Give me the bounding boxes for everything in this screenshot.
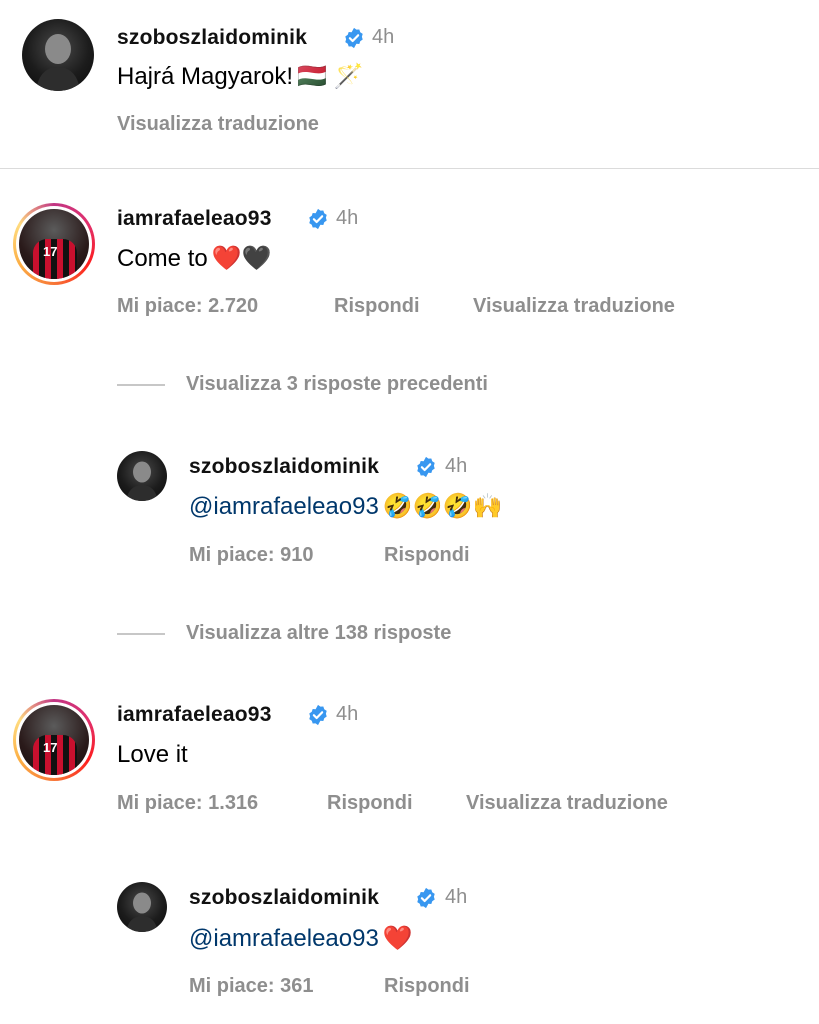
avatar-story-ring[interactable]: 17 xyxy=(13,699,95,781)
avatar[interactable] xyxy=(22,19,94,91)
view-previous-replies-button[interactable]: Visualizza 3 risposte precedenti xyxy=(186,373,488,396)
reply-username[interactable]: szoboszlaidominik xyxy=(189,455,379,479)
reply-text: @iamrafaeleao93 ❤️ xyxy=(189,924,413,953)
reply-button[interactable]: Rispondi xyxy=(334,295,420,318)
reply-username[interactable]: szoboszlaidominik xyxy=(189,886,379,910)
view-translation-button[interactable]: Visualizza traduzione xyxy=(466,792,668,815)
replies-line xyxy=(117,384,165,386)
comment-time: 4h xyxy=(336,207,359,229)
reply-text: @iamrafaeleao93 🤣🤣🤣🙌 xyxy=(189,492,502,521)
heart-emoji-icon: ❤️🖤 xyxy=(211,245,272,272)
comment-time: 4h xyxy=(336,703,359,725)
view-more-replies-button[interactable]: Visualizza altre 138 risposte xyxy=(186,622,451,645)
mention-link[interactable]: @iamrafaeleao93 xyxy=(189,925,379,952)
reply-button[interactable]: Rispondi xyxy=(384,544,470,567)
comment-username[interactable]: iamrafaeleao93 xyxy=(117,703,272,727)
reply-time: 4h xyxy=(445,886,468,908)
comment-text: Come to ❤️🖤 xyxy=(117,245,272,272)
likes-count[interactable]: Mi piace: 910 xyxy=(189,544,314,567)
view-translation-button[interactable]: Visualizza traduzione xyxy=(117,113,319,136)
verified-badge-icon xyxy=(343,27,365,49)
likes-count[interactable]: Mi piace: 2.720 xyxy=(117,295,258,318)
avatar-photo xyxy=(36,34,80,91)
comment-username[interactable]: szoboszlaidominik xyxy=(117,26,307,50)
replies-line xyxy=(117,633,165,635)
divider xyxy=(0,168,819,169)
likes-count[interactable]: Mi piace: 1.316 xyxy=(117,792,258,815)
reply-button[interactable]: Rispondi xyxy=(384,975,470,998)
verified-badge-icon xyxy=(307,208,329,230)
comment-username[interactable]: iamrafaeleao93 xyxy=(117,207,272,231)
avatar-photo xyxy=(126,892,158,932)
avatar: 17 xyxy=(19,209,89,279)
verified-badge-icon xyxy=(415,456,437,478)
likes-count[interactable]: Mi piace: 361 xyxy=(189,975,314,998)
view-translation-button[interactable]: Visualizza traduzione xyxy=(473,295,675,318)
comment-text: Love it xyxy=(117,741,188,768)
comment-time: 4h xyxy=(372,26,395,48)
avatar[interactable] xyxy=(117,451,167,501)
flag-emoji-icon: 🇭🇺 🪄 xyxy=(297,63,364,90)
comment-text: Hajrá Magyarok! 🇭🇺 🪄 xyxy=(117,63,364,90)
avatar[interactable] xyxy=(117,882,167,932)
verified-badge-icon xyxy=(307,704,329,726)
reply-time: 4h xyxy=(445,455,468,477)
laughing-emoji-icon: 🤣🤣🤣🙌 xyxy=(382,493,503,520)
avatar-photo xyxy=(126,461,158,501)
heart-emoji-icon: ❤️ xyxy=(382,925,413,952)
avatar-story-ring[interactable]: 17 xyxy=(13,203,95,285)
mention-link[interactable]: @iamrafaeleao93 xyxy=(189,493,379,520)
avatar: 17 xyxy=(19,705,89,775)
reply-button[interactable]: Rispondi xyxy=(327,792,413,815)
verified-badge-icon xyxy=(415,887,437,909)
